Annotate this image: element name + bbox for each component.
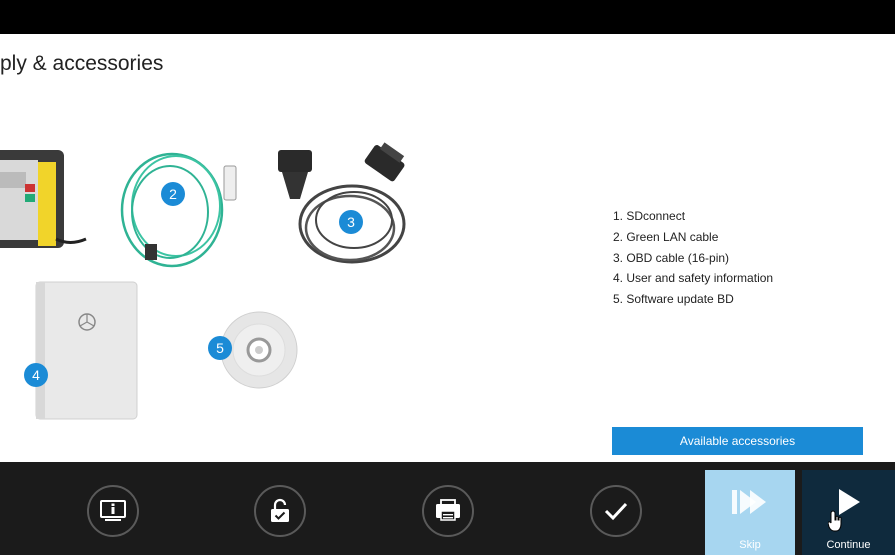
scope-of-supply-illustration: 2 3 4 5 [0, 142, 406, 420]
skip-label: Skip [739, 539, 761, 551]
svg-text:3: 3 [347, 214, 355, 230]
skip-forward-icon [732, 490, 766, 514]
badge-3: 3 [339, 210, 363, 234]
top-bar [0, 0, 895, 34]
printer-icon[interactable] [422, 485, 474, 537]
svg-text:2: 2 [169, 186, 177, 202]
items-list: 1. SDconnect 2. Green LAN cable 3. OBD c… [613, 206, 773, 310]
list-item: 1. SDconnect [613, 209, 686, 223]
list-item: 4. User and safety information [613, 271, 774, 286]
available-accessories-button[interactable]: Available accessories [612, 427, 863, 455]
lan-cable-image [120, 152, 237, 268]
bottom-toolbar: Skip Continue [0, 462, 895, 555]
hand-cursor-icon [828, 510, 842, 532]
svg-text:4: 4 [32, 367, 40, 383]
obd-cable-image [278, 142, 406, 264]
skip-button[interactable]: Skip [705, 470, 795, 555]
continue-label: Continue [826, 539, 871, 551]
sdconnect-device-image [0, 150, 87, 248]
badge-4: 4 [24, 363, 48, 387]
user-manual-image [35, 281, 138, 420]
unlock-icon[interactable] [254, 485, 306, 537]
checkmark-icon[interactable] [590, 485, 642, 537]
list-item: 2. Green LAN cable [613, 229, 719, 244]
list-item: 5. Software update BD [613, 292, 734, 307]
svg-text:5: 5 [216, 340, 224, 356]
info-screen-icon[interactable] [87, 485, 139, 537]
software-disc-image [220, 311, 298, 389]
badge-2: 2 [161, 182, 185, 206]
badge-5: 5 [208, 336, 232, 360]
continue-button[interactable]: Continue [802, 470, 895, 555]
main-content: ply & accessories 2 3 4 5 1. SDconnect 2… [0, 34, 895, 462]
list-item: 3. OBD cable (16-pin) [613, 250, 730, 265]
